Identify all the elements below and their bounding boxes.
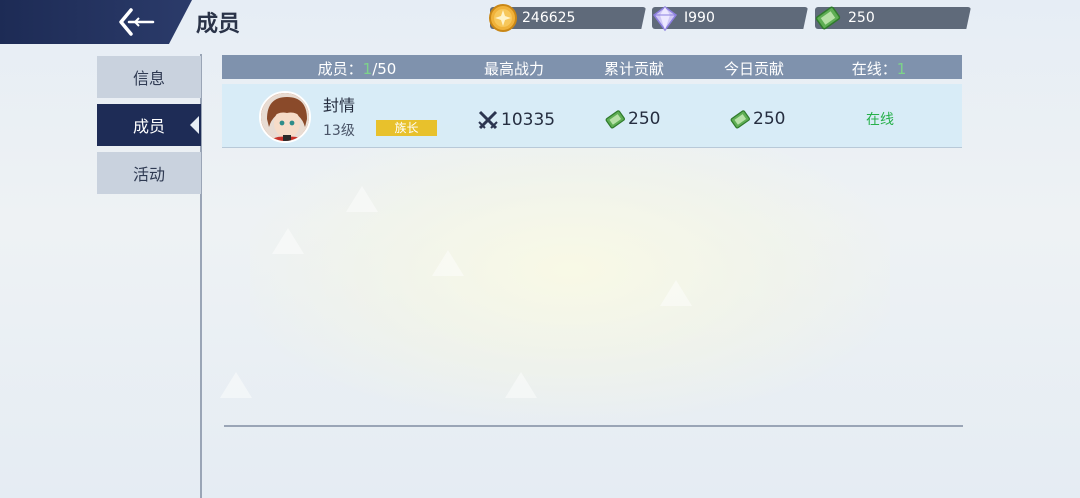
- member-today-contribution-value: 250: [753, 109, 786, 129]
- green-ticket-icon: [605, 110, 626, 129]
- tab-activities-label: 活动: [132, 165, 165, 184]
- header-back-panel: [0, 0, 192, 44]
- back-button[interactable]: [110, 4, 160, 40]
- diamond-amount: I990: [684, 10, 715, 26]
- header-today-contribution: 今日贡献: [723, 60, 784, 78]
- header-members-max: /50: [372, 60, 397, 78]
- member-total-contribution-value: 250: [628, 109, 661, 129]
- background-triangle: [432, 250, 464, 276]
- ticket-amount: 250: [848, 10, 875, 26]
- background-triangle: [505, 372, 537, 398]
- background-glow: [250, 120, 890, 420]
- page-title: 成员: [196, 12, 241, 37]
- green-ticket-icon: [730, 110, 751, 129]
- header-members-current: 1: [362, 60, 373, 78]
- member-online-status: 在线: [866, 112, 894, 128]
- list-bottom-divider: [224, 425, 963, 427]
- diamond-icon: [650, 3, 680, 33]
- tab-activities[interactable]: 活动: [97, 152, 201, 194]
- member-today-contribution-cell: 250: [729, 108, 785, 130]
- background-triangle: [660, 280, 692, 306]
- member-power-cell: 10335: [477, 110, 555, 130]
- member-role-badge: 族长: [376, 120, 437, 136]
- tab-members-label: 成员: [132, 117, 165, 136]
- background-triangle: [272, 228, 304, 254]
- header-online-count: 在线：1: [844, 58, 914, 79]
- green-ticket-icon: [813, 3, 843, 33]
- tab-info[interactable]: 信息: [97, 56, 201, 98]
- header-member-count: 成员：1/50: [307, 58, 407, 79]
- member-name: 封情: [323, 96, 356, 115]
- header-online-value: 1: [896, 60, 907, 78]
- crossed-swords-icon: [478, 110, 498, 130]
- background-triangle: [346, 186, 378, 212]
- tab-info-label: 信息: [132, 69, 165, 88]
- member-level: 13级: [323, 123, 355, 139]
- gold-amount: 246625: [522, 10, 576, 26]
- member-power-value: 10335: [501, 110, 556, 130]
- background-triangle: [220, 372, 252, 398]
- gold-coin-icon: [488, 3, 518, 33]
- member-table-header: 成员：1/50 最高战力 累计贡献 今日贡献 在线：1: [222, 55, 962, 79]
- active-tab-pointer-icon: [190, 116, 199, 134]
- member-row[interactable]: 封情 13级 族长 10335 250 250 在线: [222, 84, 962, 148]
- header-members-label: 成员：: [317, 60, 363, 78]
- back-arrow-icon: [119, 8, 155, 36]
- member-total-contribution-cell: 250: [604, 108, 660, 130]
- header-total-contribution: 累计贡献: [603, 60, 664, 78]
- header-max-power: 最高战力: [483, 60, 544, 78]
- header-online-label: 在线：: [851, 60, 897, 78]
- tab-members[interactable]: 成员: [97, 104, 201, 146]
- member-avatar[interactable]: [259, 91, 311, 143]
